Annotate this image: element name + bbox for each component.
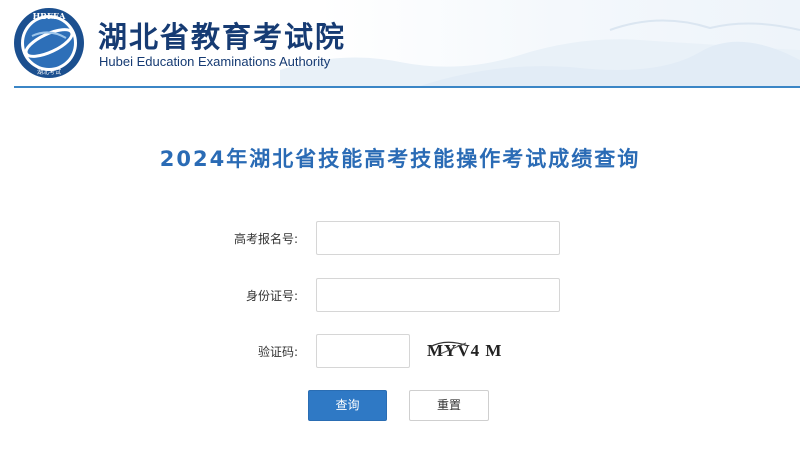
- page-title: 2024年湖北省技能高考技能操作考试成绩查询: [159, 147, 641, 171]
- mountain-decoration: [280, 19, 800, 86]
- exam-number-input[interactable]: [316, 221, 560, 255]
- exam-number-label: 高考报名号:: [233, 232, 298, 246]
- id-number-label: 身份证号:: [245, 289, 298, 303]
- captcha-label: 验证码:: [257, 345, 298, 359]
- org-name-chinese: 湖北省教育考试院: [98, 20, 347, 54]
- hbeea-logo-icon: HBEEA 湖北考试: [14, 8, 84, 78]
- captcha-image[interactable]: MYV4 M: [424, 334, 514, 366]
- org-name-english: Hubei Education Examinations Authority: [99, 54, 331, 69]
- svg-text:湖北考试: 湖北考试: [37, 68, 61, 76]
- site-header: HBEEA 湖北考试 湖北省教育考试院 Hubei Education Exam…: [0, 0, 800, 86]
- reset-button[interactable]: 重置: [409, 390, 489, 421]
- header-divider: [14, 86, 800, 88]
- svg-text:HBEEA: HBEEA: [33, 11, 67, 21]
- query-button[interactable]: 查询: [308, 390, 387, 421]
- captcha-input[interactable]: [316, 334, 410, 368]
- page: HBEEA 湖北考试 湖北省教育考试院 Hubei Education Exam…: [0, 0, 800, 466]
- id-number-input[interactable]: [316, 278, 560, 312]
